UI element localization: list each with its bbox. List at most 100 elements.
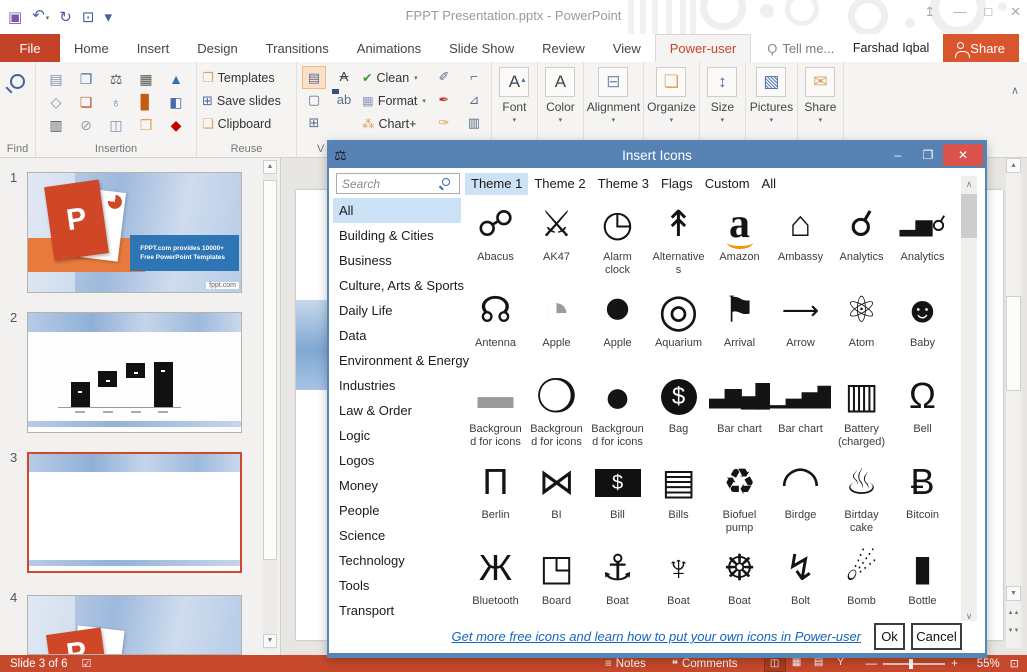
icon-item-bar-chart-2[interactable]: ▁▃▅▇Bar chart: [770, 371, 831, 457]
slide-thumbnail-2[interactable]: [27, 312, 242, 433]
dialog-titlebar[interactable]: ⚖ Insert Icons – ❐ ✕: [329, 142, 985, 168]
category-logos[interactable]: Logos: [333, 448, 461, 473]
previous-slide-icon[interactable]: ▲▲: [1006, 610, 1021, 616]
scroll-up-icon[interactable]: ▲: [1006, 158, 1021, 173]
icon-item-bi[interactable]: ⋈BI: [526, 457, 587, 543]
zoom-slider-thumb[interactable]: [909, 659, 913, 669]
icon-item-abacus[interactable]: ☍Abacus: [465, 199, 526, 285]
scroll-down-icon[interactable]: ▼: [1006, 586, 1021, 601]
ribbon-options-icon[interactable]: ↥: [924, 4, 935, 20]
tab-review[interactable]: Review: [528, 34, 599, 62]
icon-item-amazon[interactable]: aAmazon: [709, 199, 770, 285]
maximize-icon[interactable]: □: [984, 4, 992, 20]
insertion-icon-0[interactable]: ▤: [41, 68, 71, 91]
get-more-icons-link[interactable]: Get more free icons and learn how to put…: [452, 629, 861, 644]
panel-scroll-up-icon[interactable]: ▲: [263, 160, 277, 174]
icon-item-boat-1[interactable]: ⚓Boat: [587, 543, 648, 623]
zoom-in-icon[interactable]: +: [951, 658, 958, 670]
scroll-thumb[interactable]: [1006, 296, 1021, 391]
icon-item-bag[interactable]: $Bag: [648, 371, 709, 457]
icon-item-bill[interactable]: $Bill: [587, 457, 648, 543]
redo-icon[interactable]: ↻: [59, 6, 72, 30]
category-environment-energy[interactable]: Environment & Energy: [333, 348, 461, 373]
main-scrollbar[interactable]: ▲ ▼ ▲▲ ▼▼: [1006, 158, 1021, 648]
share-button[interactable]: Share: [943, 34, 1019, 62]
notes-toggle[interactable]: ≡ Notes: [605, 658, 646, 670]
account-name[interactable]: Farshad Iqbal: [853, 34, 929, 62]
category-people[interactable]: People: [333, 498, 461, 523]
insertion-icon-6[interactable]: ❏: [71, 91, 101, 114]
icon-item-biofuel-pump[interactable]: ♻Biofuel pump: [709, 457, 770, 543]
icon-item-birdge[interactable]: ◠Birdge: [770, 457, 831, 543]
icon-item-bitcoin[interactable]: ɃBitcoin: [892, 457, 953, 543]
ok-button[interactable]: Ok: [874, 623, 905, 650]
spell-check-icon[interactable]: ☑: [82, 657, 92, 670]
undo-icon[interactable]: ↶▾: [32, 4, 49, 31]
clear-format-icon[interactable]: A: [332, 66, 356, 89]
tab-flags[interactable]: Flags: [655, 173, 699, 195]
insertion-icon-7[interactable]: ♁: [101, 91, 131, 114]
icon-item-background-banner[interactable]: ▬Background for icons: [465, 371, 526, 457]
icon-item-bell[interactable]: ΩBell: [892, 371, 953, 457]
dialog-close-icon[interactable]: ✕: [943, 144, 983, 166]
insertion-icon-8[interactable]: ▊: [131, 91, 161, 114]
insertion-icon-3[interactable]: ▦: [131, 68, 161, 91]
dialog-scroll-up-icon[interactable]: ∧: [961, 176, 977, 192]
close-icon[interactable]: ✕: [1010, 4, 1021, 20]
icon-item-bomb[interactable]: ☄Bomb: [831, 543, 892, 623]
icon-item-analytics-1[interactable]: ☌Analytics: [831, 199, 892, 285]
category-transport[interactable]: Transport: [333, 598, 461, 623]
category-all[interactable]: All: [333, 198, 461, 223]
icon-item-bills[interactable]: ▤Bills: [648, 457, 709, 543]
customize-qat-icon[interactable]: ▾: [104, 6, 112, 30]
panel-scroll-thumb[interactable]: [263, 180, 277, 560]
icon-item-ak47[interactable]: ⚔AK47: [526, 199, 587, 285]
tab-view[interactable]: View: [599, 34, 655, 62]
icon-item-bar-chart-1[interactable]: ▃▆▄█Bar chart: [709, 371, 770, 457]
insert-icons-button[interactable]: ▤: [302, 66, 326, 89]
tool-icon-grid[interactable]: ⊞: [302, 112, 326, 135]
dialog-scroll-thumb[interactable]: [961, 194, 977, 238]
icon-item-bottle[interactable]: ▮Bottle: [892, 543, 953, 623]
slide-thumbnail-4[interactable]: P: [27, 595, 242, 655]
format-button[interactable]: ▦ Format ▾: [362, 89, 426, 112]
table-tool-icon[interactable]: ▥: [462, 112, 486, 135]
eyedropper-red-icon[interactable]: ✒: [432, 89, 456, 112]
category-tools[interactable]: Tools: [333, 573, 461, 598]
tab-transitions[interactable]: Transitions: [252, 34, 343, 62]
slide-thumbnail-1[interactable]: FPPT.com provides 10000+ Free PowerPoint…: [27, 172, 242, 293]
insertion-icon-13[interactable]: ❒: [131, 114, 161, 137]
tab-custom[interactable]: Custom: [699, 173, 756, 195]
insertion-icon-5[interactable]: ◇: [41, 91, 71, 114]
zoom-slider[interactable]: [883, 663, 945, 665]
icon-item-apple-logo[interactable]: ◔Apple: [526, 285, 587, 371]
fit-to-window-icon[interactable]: ⊡: [1010, 657, 1019, 670]
icon-item-arrow[interactable]: ⟶Arrow: [770, 285, 831, 371]
category-science[interactable]: Science: [333, 523, 461, 548]
tab-design[interactable]: Design: [183, 34, 251, 62]
category-logic[interactable]: Logic: [333, 423, 461, 448]
zoom-out-icon[interactable]: —: [866, 658, 878, 670]
tab-theme-2[interactable]: Theme 2: [528, 173, 591, 195]
minimize-icon[interactable]: —: [953, 4, 966, 20]
slide-thumbnail-3-selected[interactable]: [27, 452, 242, 573]
category-industries[interactable]: Industries: [333, 373, 461, 398]
icon-item-arrival[interactable]: ⚑Arrival: [709, 285, 770, 371]
icon-item-antenna[interactable]: ☊Antenna: [465, 285, 526, 371]
clean-button[interactable]: ✔ Clean ▾: [362, 66, 426, 89]
zoom-level[interactable]: 55%: [966, 658, 1000, 670]
undo-caret-icon[interactable]: ▾: [46, 15, 50, 22]
tab-file[interactable]: File: [0, 34, 60, 62]
category-money[interactable]: Money: [333, 473, 461, 498]
category-business[interactable]: Business: [333, 248, 461, 273]
icon-item-apple-fruit[interactable]: ⚫Apple: [587, 285, 648, 371]
icon-item-berlin[interactable]: ΠBerlin: [465, 457, 526, 543]
icon-item-aquarium[interactable]: ◎Aquarium: [648, 285, 709, 371]
tab-insert[interactable]: Insert: [123, 34, 184, 62]
templates-button[interactable]: ❐ Templates: [202, 66, 291, 89]
find-search-icon[interactable]: [10, 74, 25, 89]
icon-item-background-bubble[interactable]: ❍Background for icons: [526, 371, 587, 457]
insertion-icon-10[interactable]: ▥: [41, 114, 71, 137]
insertion-icon-9[interactable]: ◧: [161, 91, 191, 114]
category-technology[interactable]: Technology: [333, 548, 461, 573]
